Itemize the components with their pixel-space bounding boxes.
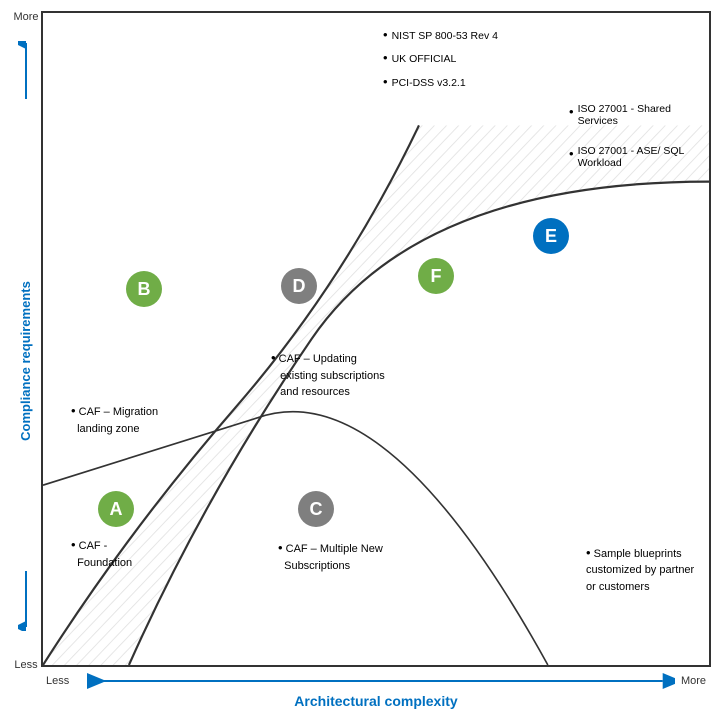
standard-uk: •UK OFFICIAL <box>383 46 498 69</box>
label-caf-multiple: • CAF – Multiple New Subscriptions <box>278 538 383 574</box>
x-axis-label: Architectural complexity <box>294 693 457 709</box>
x-less-label: Less <box>46 675 69 687</box>
main-container: More Compliance requirements <box>11 11 711 711</box>
label-caf-foundation: • CAF - Foundation <box>71 535 132 571</box>
y-more-label: More <box>13 11 38 23</box>
plot-area: •NIST SP 800-53 Rev 4 •UK OFFICIAL •PCI-… <box>41 11 711 667</box>
y-axis-label: Compliance requirements <box>17 281 35 441</box>
y-less-label: Less <box>14 659 37 671</box>
x-axis-bottom-row: Less More <box>41 671 711 691</box>
badge-c: C <box>298 491 334 527</box>
x-axis-line <box>75 671 675 691</box>
x-axis-arrows-icon <box>75 671 675 691</box>
label-caf-migration: • CAF – Migration landing zone <box>71 401 158 437</box>
standard-nist: •NIST SP 800-53 Rev 4 <box>383 23 498 46</box>
standards-top: •NIST SP 800-53 Rev 4 •UK OFFICIAL •PCI-… <box>383 23 498 93</box>
chart-main: •NIST SP 800-53 Rev 4 •UK OFFICIAL •PCI-… <box>41 11 711 711</box>
standard-pci: •PCI-DSS v3.2.1 <box>383 70 498 93</box>
label-caf-updating: • CAF – Updating existing subscriptions … <box>271 348 385 401</box>
x-axis-label-row: Architectural complexity <box>41 693 711 711</box>
badge-e: E <box>533 218 569 254</box>
badge-d: D <box>281 268 317 304</box>
label-blueprints: • Sample blueprints customized by partne… <box>586 543 701 596</box>
standard-iso-ase: • ISO 27001 - ASE/ SQL Workload <box>569 145 699 169</box>
badge-f: F <box>418 258 454 294</box>
standards-right: • ISO 27001 - Shared Services • ISO 2700… <box>569 103 699 169</box>
y-arrow-up-icon <box>18 41 34 101</box>
badge-a: A <box>98 491 134 527</box>
badge-b: B <box>126 271 162 307</box>
standard-iso-shared: • ISO 27001 - Shared Services <box>569 103 699 127</box>
y-arrow-down-icon <box>18 571 34 631</box>
y-axis-container: More Compliance requirements <box>11 11 41 711</box>
x-more-label: More <box>681 675 706 687</box>
